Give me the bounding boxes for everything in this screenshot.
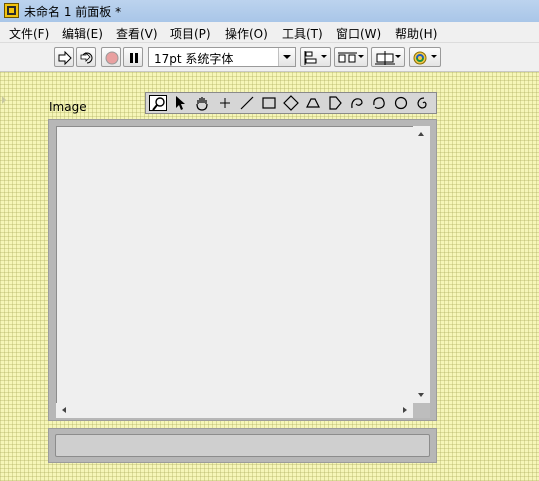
spiral-icon: [417, 97, 427, 109]
polygon-icon: [373, 97, 385, 109]
image-display-canvas[interactable]: [56, 126, 430, 418]
line-tool[interactable]: [238, 95, 256, 111]
freehand-line-icon: [351, 98, 363, 109]
run-arrow-icon: [58, 50, 72, 66]
scroll-left-icon[interactable]: [62, 407, 66, 413]
window-title: 未命名 1 前面板 *: [24, 5, 122, 19]
menu-window[interactable]: 窗口(W): [336, 25, 381, 42]
chevron-down-icon: [395, 55, 401, 58]
pan-hand-icon: [196, 97, 208, 111]
font-select[interactable]: 17pt 系统字体: [148, 47, 296, 67]
oval-icon: [394, 96, 408, 110]
menu-project[interactable]: 项目(P): [170, 25, 211, 42]
run-continuously-icon: [80, 52, 93, 64]
freehand-line-tool[interactable]: [348, 95, 366, 111]
rotated-rectangle-icon: [283, 95, 299, 111]
menu-tools[interactable]: 工具(T): [282, 25, 323, 42]
horizontal-scrollbar[interactable]: [56, 403, 413, 418]
annulus-tool[interactable]: [304, 95, 322, 111]
polygon-tool[interactable]: [370, 95, 388, 111]
distribute-objects-icon: [338, 52, 357, 63]
resize-objects-icon: [375, 51, 395, 65]
reorder-icon: [413, 51, 427, 65]
scroll-right-icon[interactable]: [403, 407, 407, 413]
scroll-up-icon[interactable]: [418, 132, 424, 136]
menu-file[interactable]: 文件(F): [9, 25, 49, 42]
reorder-button[interactable]: [409, 47, 441, 67]
abort-icon: [105, 51, 119, 65]
chevron-down-icon[interactable]: [278, 48, 295, 66]
pause-icon: [130, 53, 138, 63]
chevron-down-icon: [431, 55, 437, 58]
broken-line-icon: [329, 96, 342, 110]
align-objects-button[interactable]: [300, 47, 331, 67]
align-objects-icon: [304, 51, 317, 65]
menu-help[interactable]: 帮助(H): [395, 25, 437, 42]
menu-view[interactable]: 查看(V): [116, 25, 158, 42]
labview-app-icon: [4, 3, 19, 18]
pause-button[interactable]: [123, 47, 143, 67]
image-info-field: [55, 434, 430, 457]
chevron-down-icon: [358, 55, 364, 58]
annulus-icon: [306, 98, 320, 108]
zoom-tool[interactable]: [149, 95, 167, 111]
abort-button[interactable]: [101, 47, 121, 67]
menu-edit[interactable]: 编辑(E): [62, 25, 103, 42]
window-title-bar[interactable]: 未命名 1 前面板 *: [0, 0, 539, 23]
toolbar: 17pt 系统字体: [0, 43, 539, 72]
scroll-down-icon[interactable]: [418, 393, 424, 397]
run-continuously-button[interactable]: [76, 47, 96, 67]
rectangle-tool[interactable]: [260, 95, 278, 111]
point-tool[interactable]: [216, 95, 234, 111]
point-icon: [220, 98, 230, 108]
menu-operate[interactable]: 操作(O): [225, 25, 268, 42]
image-control-label[interactable]: Image: [49, 100, 87, 114]
pan-tool[interactable]: [193, 95, 211, 111]
pointer-icon: [176, 96, 185, 110]
broken-line-tool[interactable]: [326, 95, 344, 111]
zoom-icon: [152, 97, 165, 111]
pointer-tool[interactable]: [171, 95, 189, 111]
resize-objects-button[interactable]: [371, 47, 405, 67]
rectangle-icon: [262, 97, 276, 109]
rotated-rectangle-tool[interactable]: [282, 95, 300, 111]
image-tools-palette: [145, 92, 437, 114]
menu-bar: 文件(F) 编辑(E) 查看(V) 项目(P) 操作(O) 工具(T) 窗口(W…: [0, 22, 539, 43]
vertical-scrollbar[interactable]: [413, 126, 430, 403]
oval-tool[interactable]: [392, 95, 410, 111]
spiral-tool[interactable]: [414, 95, 432, 111]
panel-edge-marker: [2, 96, 6, 104]
chevron-down-icon: [321, 55, 327, 58]
run-button[interactable]: [54, 47, 74, 67]
line-icon: [240, 96, 254, 110]
scroll-corner: [413, 403, 430, 418]
font-select-value: 17pt 系统字体: [154, 52, 234, 66]
distribute-objects-button[interactable]: [334, 47, 368, 67]
